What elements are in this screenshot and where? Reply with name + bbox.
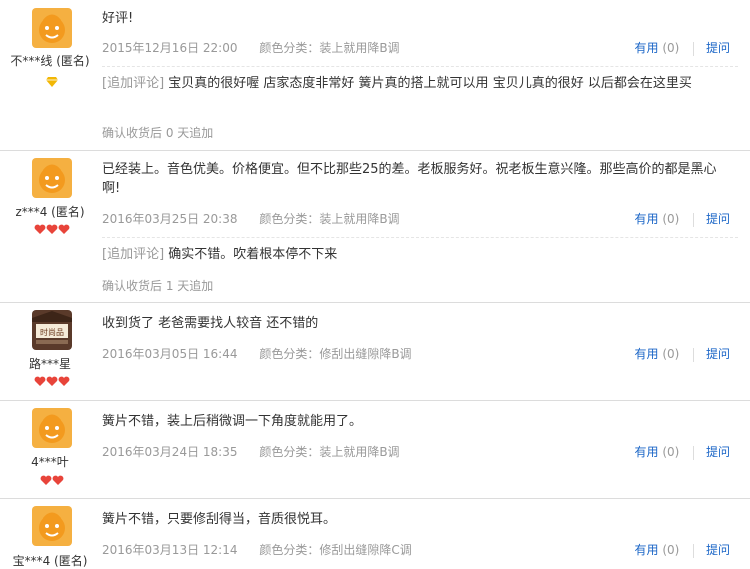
useful-count: (0) xyxy=(662,543,680,557)
color-category: 颜色分类：装上就用降B调 xyxy=(259,41,400,55)
review-date: 2015年12月16日 22:00 xyxy=(102,41,238,55)
review-item: 4***叶 簧片不错，装上后稍微调一下角度就能用了。 2016年03月24日 1… xyxy=(0,400,750,499)
reviewer-nickname: 4***叶 xyxy=(31,455,69,469)
append-text: 确实不错。吹着根本停不下来 xyxy=(168,247,338,262)
review-actions: 有用 (0) 提问 xyxy=(634,541,730,558)
useful-count: (0) xyxy=(662,347,680,361)
ask-button[interactable]: 提问 xyxy=(706,445,730,459)
review-actions: 有用 (0) 提问 xyxy=(634,39,730,56)
divider xyxy=(693,41,695,56)
avatar[interactable] xyxy=(32,8,72,48)
store-avatar-icon: 时尚品 xyxy=(32,310,72,350)
review-content: 好评! xyxy=(102,11,134,26)
review-content: 簧片不错，只要修刮得当，音质很悦耳。 xyxy=(102,512,337,527)
ask-button[interactable]: 提问 xyxy=(706,212,730,226)
useful-button[interactable]: 有用 xyxy=(634,445,658,459)
reviewer-nickname: 路***星 xyxy=(28,357,71,371)
appended-review: [追加评论] 宝贝真的很好喔 店家态度非常好 簧片真的搭上就可以用 宝贝儿真的很… xyxy=(102,74,732,93)
review-item: z***4 (匿名) 已经装上。音色优美。价格便宜。但不比那些25的差。老板服务… xyxy=(0,150,750,303)
review-content: 已经装上。音色优美。价格便宜。但不比那些25的差。老板服务好。祝老板生意兴隆。那… xyxy=(102,162,717,196)
divider xyxy=(693,543,695,558)
svg-text:时尚品: 时尚品 xyxy=(40,327,64,337)
append-tag: [追加评论] xyxy=(102,247,165,262)
review-meta: 2016年03月05日 16:44 颜色分类：修刮出缝隙降B调 xyxy=(102,345,412,362)
reviewer-nickname: 宝***4 (匿名) xyxy=(12,554,88,568)
review-content: 簧片不错，装上后稍微调一下角度就能用了。 xyxy=(102,414,363,429)
avatar[interactable] xyxy=(32,408,72,448)
review-item: 不***线 (匿名) 好评! 2015年12月16日 22:00 颜色分类：装上… xyxy=(0,0,750,151)
review-content: 收到货了 老爸需要找人较音 还不错的 xyxy=(102,316,319,331)
review-meta: 2016年03月13日 12:14 颜色分类：修刮出缝隙降C调 xyxy=(102,541,412,558)
diamond-level-icon xyxy=(0,72,104,87)
divider xyxy=(693,347,695,362)
useful-button[interactable]: 有用 xyxy=(634,543,658,557)
color-category: 颜色分类：装上就用降B调 xyxy=(259,445,400,459)
ask-button[interactable]: 提问 xyxy=(706,41,730,55)
useful-button[interactable]: 有用 xyxy=(634,41,658,55)
default-avatar-icon xyxy=(32,408,72,448)
divider xyxy=(693,212,695,227)
divider xyxy=(102,237,738,238)
review-date: 2016年03月13日 12:14 xyxy=(102,543,238,557)
review-item: 时尚品 路***星 收到货了 老爸需要找人较音 还不错的 2016年03月05日… xyxy=(0,302,750,401)
avatar[interactable] xyxy=(32,506,72,546)
review-actions: 有用 (0) 提问 xyxy=(634,345,730,362)
color-category: 颜色分类：修刮出缝隙降C调 xyxy=(259,543,412,557)
review-actions: 有用 (0) 提问 xyxy=(634,210,730,227)
useful-count: (0) xyxy=(662,445,680,459)
color-category: 颜色分类：修刮出缝隙降B调 xyxy=(259,347,412,361)
append-tag: [追加评论] xyxy=(102,76,165,91)
review-meta: 2016年03月25日 20:38 颜色分类：装上就用降B调 xyxy=(102,210,400,227)
review-meta: 2016年03月24日 18:35 颜色分类：装上就用降B调 xyxy=(102,443,400,460)
review-date: 2016年03月25日 20:38 xyxy=(102,212,238,226)
avatar[interactable]: 时尚品 xyxy=(32,310,72,350)
review-date: 2016年03月24日 18:35 xyxy=(102,445,238,459)
divider xyxy=(693,445,695,460)
default-avatar-icon xyxy=(32,158,72,198)
appended-review: [追加评论] 确实不错。吹着根本停不下来 xyxy=(102,245,732,264)
heart-level-icon xyxy=(0,376,104,388)
ask-button[interactable]: 提问 xyxy=(706,347,730,361)
reviewer-nickname: 不***线 (匿名) xyxy=(10,54,90,68)
confirm-append-note: 确认收货后 0 天追加 xyxy=(102,126,214,140)
divider xyxy=(102,66,738,67)
heart-level-icon xyxy=(0,224,104,236)
avatar[interactable] xyxy=(32,158,72,198)
useful-count: (0) xyxy=(662,212,680,226)
review-actions: 有用 (0) 提问 xyxy=(634,443,730,460)
ask-button[interactable]: 提问 xyxy=(706,543,730,557)
append-text: 宝贝真的很好喔 店家态度非常好 簧片真的搭上就可以用 宝贝儿真的很好 以后都会在… xyxy=(168,76,692,91)
review-date: 2016年03月05日 16:44 xyxy=(102,347,238,361)
confirm-append-note: 确认收货后 1 天追加 xyxy=(102,279,214,293)
color-category: 颜色分类：装上就用降B调 xyxy=(259,212,400,226)
useful-button[interactable]: 有用 xyxy=(634,347,658,361)
reviewer-nickname: z***4 (匿名) xyxy=(15,205,85,219)
heart-level-icon xyxy=(0,475,104,487)
review-item: 宝***4 (匿名) 簧片不错，只要修刮得当，音质很悦耳。 2016年03月13… xyxy=(0,498,750,568)
useful-count: (0) xyxy=(662,41,680,55)
default-avatar-icon xyxy=(32,8,72,48)
review-meta: 2015年12月16日 22:00 颜色分类：装上就用降B调 xyxy=(102,39,400,56)
useful-button[interactable]: 有用 xyxy=(634,212,658,226)
default-avatar-icon xyxy=(32,506,72,546)
